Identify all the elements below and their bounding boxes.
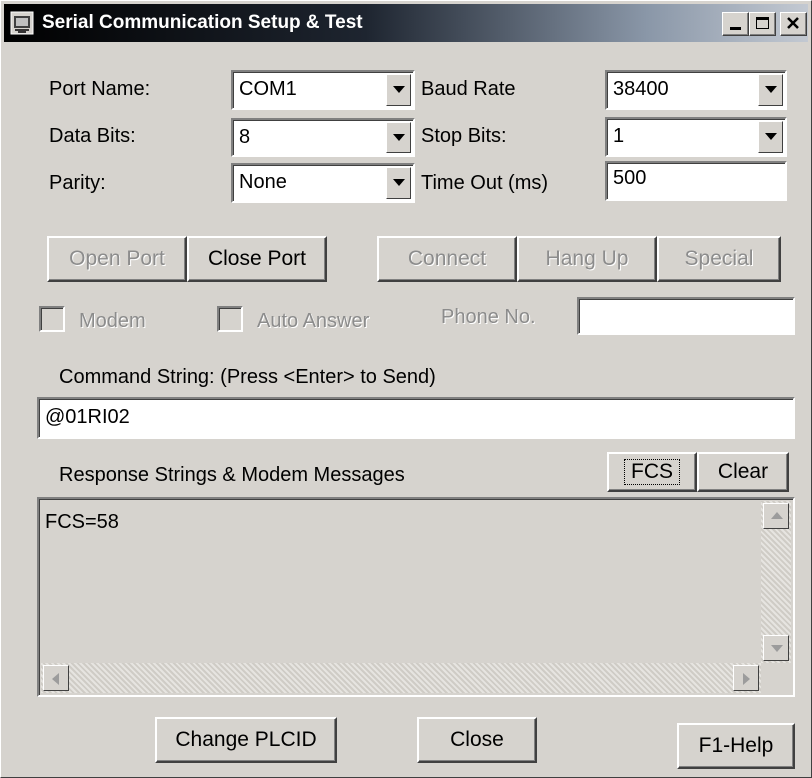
close-window-button[interactable]: [780, 12, 807, 36]
scroll-up-icon[interactable]: [763, 503, 789, 529]
open-port-button[interactable]: Open Port: [47, 236, 187, 282]
maximize-icon: [756, 17, 769, 29]
modem-label: Modem: [79, 310, 146, 332]
serial-setup-window: Serial Communication Setup & Test Port N…: [0, 0, 812, 778]
connect-button[interactable]: Connect: [377, 236, 517, 282]
phone-number-input[interactable]: [577, 297, 795, 335]
change-plcid-button[interactable]: Change PLCID: [155, 717, 337, 763]
auto-answer-label: Auto Answer: [257, 310, 370, 332]
scroll-right-icon[interactable]: [733, 665, 759, 691]
chevron-down-icon[interactable]: [758, 74, 783, 106]
modem-checkbox[interactable]: [39, 306, 65, 332]
horizontal-scrollbar[interactable]: [41, 663, 761, 693]
timeout-label: Time Out (ms): [421, 172, 549, 194]
chevron-down-icon[interactable]: [386, 74, 411, 106]
response-label: Response Strings & Modem Messages: [59, 464, 405, 486]
baud-rate-value: 38400: [613, 78, 669, 100]
stop-bits-label: Stop Bits:: [421, 125, 507, 147]
port-name-label: Port Name:: [49, 78, 151, 100]
minimize-icon: [730, 27, 741, 30]
parity-label: Parity:: [49, 172, 106, 194]
port-name-value: COM1: [239, 78, 297, 100]
title-bar[interactable]: Serial Communication Setup & Test: [4, 4, 808, 42]
data-bits-value: 8: [239, 126, 251, 148]
timeout-value: 500: [613, 167, 647, 189]
maximize-button[interactable]: [749, 12, 776, 36]
baud-rate-select[interactable]: 38400: [605, 70, 787, 110]
hang-up-button[interactable]: Hang Up: [517, 236, 657, 282]
close-icon: [787, 17, 799, 29]
command-value: @01RI02: [45, 406, 130, 428]
chevron-down-icon[interactable]: [758, 121, 783, 153]
response-text: FCS=58: [45, 511, 119, 533]
data-bits-select[interactable]: 8: [231, 118, 415, 157]
data-bits-label: Data Bits:: [49, 125, 136, 147]
parity-select[interactable]: None: [231, 163, 415, 203]
vertical-scrollbar[interactable]: [761, 501, 791, 663]
stop-bits-select[interactable]: 1: [605, 117, 787, 157]
stop-bits-value: 1: [613, 125, 625, 147]
minimize-button[interactable]: [722, 12, 749, 36]
app-icon: [10, 11, 34, 35]
chevron-down-icon[interactable]: [386, 167, 411, 199]
timeout-input[interactable]: 500: [605, 161, 787, 201]
command-label: Command String: (Press <Enter> to Send): [59, 366, 436, 388]
scrollbar-corner: [761, 663, 791, 693]
scroll-left-icon[interactable]: [43, 665, 69, 691]
baud-rate-label: Baud Rate: [421, 78, 516, 100]
special-button[interactable]: Special: [657, 236, 781, 282]
port-name-select[interactable]: COM1: [231, 70, 415, 110]
parity-value: None: [239, 171, 287, 193]
fcs-button[interactable]: FCS: [607, 452, 697, 492]
help-button[interactable]: F1-Help: [677, 723, 795, 769]
close-button[interactable]: Close: [417, 717, 537, 763]
command-input[interactable]: @01RI02: [37, 397, 795, 439]
window-title: Serial Communication Setup & Test: [42, 12, 363, 33]
scroll-down-icon[interactable]: [763, 635, 789, 661]
chevron-down-icon[interactable]: [386, 122, 411, 153]
clear-button[interactable]: Clear: [697, 452, 789, 492]
phone-label: Phone No.: [441, 306, 536, 328]
response-textarea[interactable]: FCS=58: [37, 497, 795, 697]
close-port-button[interactable]: Close Port: [187, 236, 327, 282]
auto-answer-checkbox[interactable]: [217, 306, 243, 332]
